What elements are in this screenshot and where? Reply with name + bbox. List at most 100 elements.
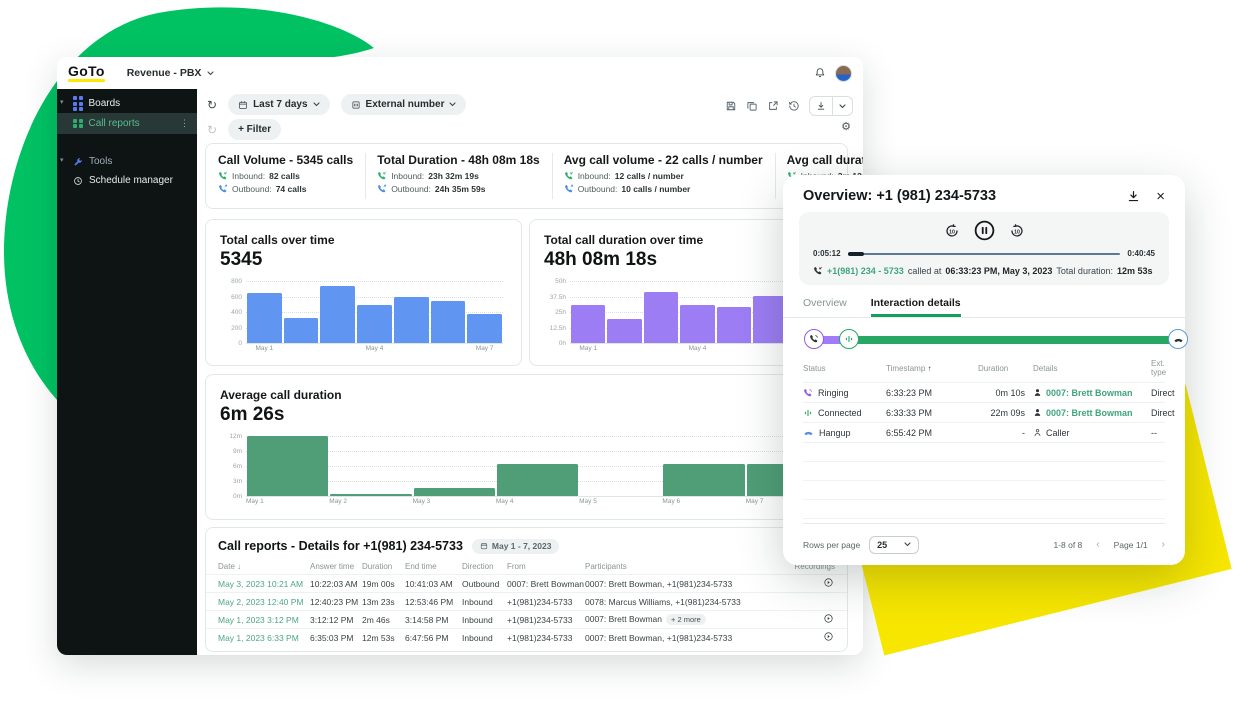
timeline-connected-node[interactable] (839, 329, 859, 349)
column-header-ext-type[interactable]: Ext. type (1151, 359, 1166, 377)
rewind-10-icon[interactable]: 10 (944, 223, 960, 239)
bar[interactable] (663, 464, 744, 497)
bar[interactable] (571, 305, 605, 343)
refresh-icon[interactable]: ↻ (207, 99, 217, 111)
column-header-participants[interactable]: Participants (585, 562, 789, 571)
sidebar-item-schedule-manager[interactable]: Schedule manager (57, 171, 197, 190)
forward-10-icon[interactable]: 10 (1009, 223, 1025, 239)
seek-bar[interactable] (848, 252, 1121, 256)
save-icon[interactable] (725, 100, 737, 112)
bar[interactable] (394, 297, 429, 344)
bar[interactable] (247, 436, 328, 496)
column-header-details[interactable]: Details (1033, 364, 1151, 373)
column-header-duration[interactable]: Duration (362, 562, 405, 571)
called-at-label: called at (908, 266, 942, 276)
workspace-switcher[interactable]: Revenue - PBX (127, 67, 215, 79)
tab-overview[interactable]: Overview (803, 297, 847, 317)
bar[interactable] (644, 292, 678, 343)
bar[interactable] (357, 305, 392, 343)
notifications-bell-icon[interactable] (814, 67, 826, 79)
column-header-from[interactable]: From (507, 562, 585, 571)
scope-filter[interactable]: External number (341, 94, 467, 115)
date-link[interactable]: May 3, 2023 10:21 AM (218, 579, 310, 589)
copy-icon[interactable] (746, 100, 758, 112)
chevron-down-icon (313, 102, 320, 107)
download-options-chevron[interactable] (832, 97, 852, 115)
play-recording-icon[interactable] (824, 578, 833, 587)
date-link[interactable]: May 1, 2023 3:12 PM (218, 615, 310, 625)
bar[interactable] (467, 314, 502, 343)
date-link[interactable]: May 2, 2023 12:40 PM (218, 597, 310, 607)
interaction-row[interactable]: Ringing6:33:23 PM0m 10s0007: Brett Bowma… (803, 383, 1165, 403)
bar[interactable] (284, 318, 319, 343)
sidebar-item-tools[interactable]: ▾ Tools (57, 152, 197, 171)
column-header-end-time[interactable]: End time (405, 562, 462, 571)
download-split-button[interactable] (809, 96, 853, 116)
download-icon[interactable] (1127, 190, 1140, 203)
page-size-select[interactable]: 25 (869, 536, 919, 554)
inbound-value: 82 calls (269, 171, 300, 181)
table-row[interactable]: May 3, 2023 10:21 AM10:22:03 AM19m 00s10… (206, 574, 847, 592)
sidebar-item-boards[interactable]: ▾ Boards (57, 94, 197, 113)
bar[interactable] (330, 494, 411, 496)
prev-page-icon[interactable]: ‹ (1096, 539, 1099, 550)
details-party[interactable]: 0007: Brett Bowman (1046, 388, 1133, 398)
timeline-ringing-node[interactable] (804, 329, 824, 349)
history-icon[interactable] (788, 100, 800, 112)
bar[interactable] (717, 307, 751, 343)
goto-logo[interactable]: GoTo (68, 64, 105, 82)
add-filter-button[interactable]: + Filter (228, 119, 281, 140)
y-tick-label: 0m (220, 493, 242, 500)
total-duration-value: 12m 53s (1117, 266, 1153, 276)
bar[interactable] (414, 488, 495, 497)
column-header-duration[interactable]: Duration (978, 364, 1033, 373)
timeline-hangup-node[interactable] (1168, 329, 1188, 349)
column-header-direction[interactable]: Direction (462, 562, 507, 571)
voice-bars-icon (844, 334, 854, 344)
pause-button-icon[interactable] (974, 220, 995, 241)
end-time-cell: 12:53:46 PM (405, 597, 462, 607)
bar[interactable] (431, 301, 466, 343)
column-header-timestamp[interactable]: Timestamp ↑ (886, 364, 978, 373)
y-tick-label: 400 (220, 309, 242, 316)
expander-caret-icon[interactable]: ▾ (60, 98, 64, 106)
play-recording-icon[interactable] (824, 632, 833, 641)
sidebar-item-call-reports[interactable]: Call reports ⋮ (57, 113, 197, 134)
export-icon[interactable] (767, 100, 779, 112)
bar[interactable] (497, 464, 578, 497)
caller-number-link[interactable]: +1(981) 234 - 5733 (827, 266, 904, 276)
column-header-answer-time[interactable]: Answer time (310, 562, 362, 571)
interaction-details-table: Status Timestamp ↑ Duration Details Ext.… (803, 354, 1165, 519)
bar[interactable] (680, 305, 714, 343)
date-range-filter[interactable]: Last 7 days (228, 94, 329, 115)
column-header-status[interactable]: Status (803, 364, 886, 373)
ext-type-cell: Direct (1151, 388, 1175, 398)
close-icon[interactable]: × (1156, 189, 1165, 204)
interaction-row[interactable]: Hangup6:55:42 PM-Caller-- (803, 423, 1165, 443)
table-row[interactable]: May 1, 2023 6:33 PM6:35:03 PM12m 53s6:47… (206, 628, 847, 646)
y-tick-label: 6m (220, 463, 242, 470)
settings-gear-icon[interactable]: ⚙ (841, 122, 851, 133)
expander-caret-icon[interactable]: ▾ (60, 156, 64, 164)
bar[interactable] (607, 319, 641, 343)
bar[interactable] (320, 286, 355, 343)
more-participants-pill[interactable]: + 2 more (666, 614, 706, 625)
table-row[interactable]: May 2, 2023 12:40 PM12:40:23 PM13m 23s12… (206, 592, 847, 610)
kebab-menu-icon[interactable]: ⋮ (180, 118, 189, 129)
interaction-row[interactable]: Connected6:33:33 PM22m 09s0007: Brett Bo… (803, 403, 1165, 423)
bar[interactable] (247, 293, 282, 343)
ringing-phone-icon (809, 334, 819, 344)
play-recording-icon[interactable] (824, 614, 833, 623)
next-page-icon[interactable]: › (1162, 539, 1165, 550)
card-title: Call Volume - 5345 calls (218, 153, 353, 167)
table-row[interactable]: May 1, 2023 3:12 PM3:12:12 PM2m 46s3:14:… (206, 610, 847, 628)
app-window: GoTo Revenue - PBX ▾ Boards (57, 57, 863, 655)
timeline-connected-segment[interactable] (851, 336, 1179, 344)
details-party[interactable]: 0007: Brett Bowman (1046, 408, 1133, 418)
column-header-date[interactable]: Date ↓ (218, 562, 310, 571)
tab-interaction-details[interactable]: Interaction details (871, 297, 961, 317)
download-icon[interactable] (810, 97, 832, 115)
user-avatar[interactable] (835, 65, 852, 82)
date-link[interactable]: May 1, 2023 6:33 PM (218, 633, 310, 643)
summary-cards: Call Volume - 5345 calls Inbound:82 call… (205, 143, 848, 209)
